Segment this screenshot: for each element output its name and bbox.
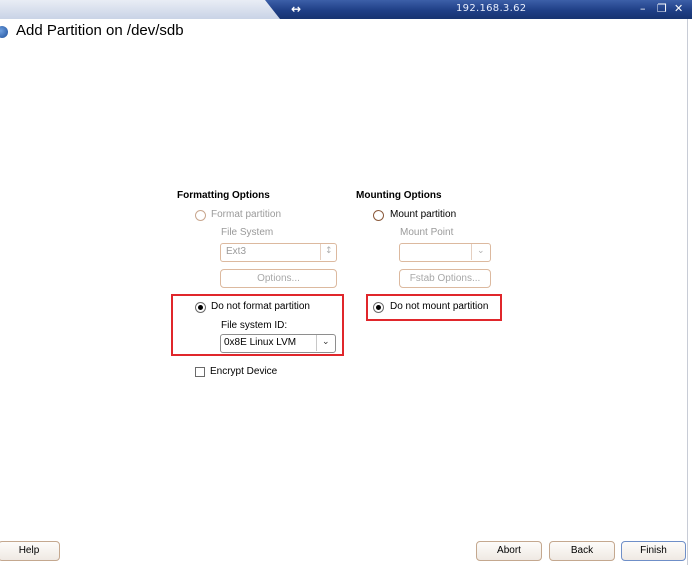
chevron-down-icon: ⌄	[477, 246, 485, 256]
mount-partition-radio[interactable]	[373, 210, 384, 221]
minimize-icon[interactable]: –	[640, 2, 646, 16]
close-icon[interactable]: ✕	[674, 2, 683, 16]
combo-divider	[320, 244, 321, 260]
window-border	[687, 19, 688, 565]
file-system-combo[interactable]: Ext3 ↕	[220, 243, 337, 262]
file-system-value: Ext3	[226, 246, 247, 257]
finish-button[interactable]: Finish	[621, 541, 686, 561]
mount-point-combo[interactable]: ⌄	[399, 243, 491, 262]
options-button[interactable]: Options...	[220, 269, 337, 288]
highlight-do-not-format	[171, 294, 344, 356]
page-title: Add Partition on /dev/sdb	[16, 22, 184, 39]
mount-point-label: Mount Point	[400, 227, 454, 238]
ip-address: 192.168.3.62	[456, 3, 527, 14]
spin-arrows-icon: ↕	[325, 246, 333, 256]
combo-divider	[471, 244, 472, 260]
restore-icon[interactable]: ❐	[657, 2, 667, 16]
formatting-options-title: Formatting Options	[177, 190, 270, 201]
back-button[interactable]: Back	[549, 541, 615, 561]
remote-host-icon: ↔	[290, 2, 302, 16]
mount-partition-label: Mount partition	[390, 209, 457, 220]
highlight-do-not-mount	[366, 294, 502, 321]
encrypt-device-label: Encrypt Device	[210, 366, 278, 377]
yast-icon	[0, 26, 8, 38]
abort-button[interactable]: Abort	[476, 541, 542, 561]
file-system-label: File System	[221, 227, 274, 238]
fstab-options-button[interactable]: Fstab Options...	[399, 269, 491, 288]
format-partition-label: Format partition	[211, 209, 282, 220]
format-partition-radio[interactable]	[195, 210, 206, 221]
window-titlebar: ↔ 192.168.3.62 – ❐ ✕	[0, 0, 692, 19]
titlebar-tab	[0, 0, 280, 19]
help-button[interactable]: Help	[0, 541, 60, 561]
encrypt-device-checkbox[interactable]	[195, 367, 205, 377]
mounting-options-title: Mounting Options	[356, 190, 442, 201]
